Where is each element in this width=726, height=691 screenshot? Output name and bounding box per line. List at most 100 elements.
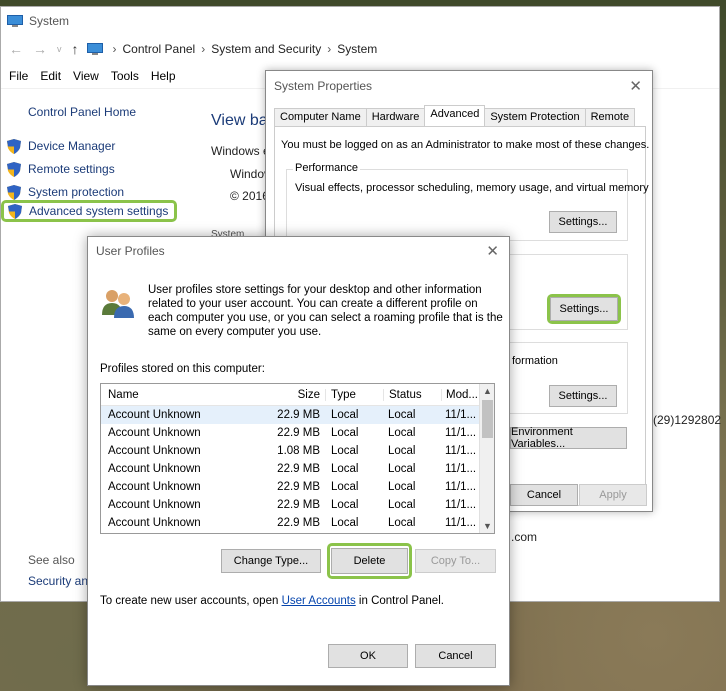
- row-status: Local: [388, 463, 416, 475]
- performance-settings-button[interactable]: Settings...: [549, 211, 617, 233]
- recent-dropdown-icon[interactable]: v: [57, 44, 62, 54]
- menu-view[interactable]: View: [73, 69, 99, 83]
- menu-edit[interactable]: Edit: [40, 69, 61, 83]
- table-row[interactable]: Account Unknown 22.9 MB Local Local 11/1…: [101, 478, 494, 496]
- sidebar-item-device-manager[interactable]: Device Manager: [7, 135, 115, 157]
- copyright-text: © 2016: [230, 189, 269, 203]
- row-modified: 11/1...: [445, 481, 477, 493]
- sidebar-item-remote-settings[interactable]: Remote settings: [7, 158, 115, 180]
- table-row[interactable]: Account Unknown 22.9 MB Local Local 11/1…: [101, 514, 494, 532]
- row-size: 22.9 MB: [277, 499, 320, 511]
- breadcrumb-control-panel[interactable]: Control Panel: [123, 42, 196, 56]
- user-profiles-description: User profiles store settings for your de…: [148, 284, 503, 338]
- menu-tools[interactable]: Tools: [111, 69, 139, 83]
- column-type[interactable]: Type: [325, 388, 383, 401]
- sysprop-cancel-button[interactable]: Cancel: [510, 484, 578, 506]
- change-type-button[interactable]: Change Type...: [221, 549, 321, 573]
- control-panel-icon: [86, 43, 103, 55]
- sidebar-item-label: Device Manager: [28, 139, 116, 153]
- delete-button[interactable]: Delete: [331, 548, 408, 574]
- startup-settings-button[interactable]: Settings...: [549, 385, 617, 407]
- row-name: Account Unknown: [108, 445, 201, 457]
- breadcrumb-separator-icon: ›: [327, 42, 332, 56]
- row-size: 22.9 MB: [277, 517, 320, 529]
- row-type: Local: [331, 499, 359, 511]
- user-profiles-settings-button[interactable]: Settings...: [550, 297, 618, 321]
- user-accounts-link[interactable]: User Accounts: [282, 595, 356, 607]
- row-status: Local: [388, 499, 416, 511]
- row-status: Local: [388, 517, 416, 529]
- row-size: 22.9 MB: [277, 409, 320, 421]
- tab-hardware[interactable]: Hardware: [365, 108, 426, 126]
- sidebar-item-label: Remote settings: [28, 162, 115, 176]
- row-type: Local: [331, 463, 359, 475]
- table-row[interactable]: Account Unknown 22.9 MB Local Local 11/1…: [101, 460, 494, 478]
- menu-file[interactable]: File: [9, 69, 28, 83]
- table-row[interactable]: Account Unknown 1.08 MB Local Local 11/1…: [101, 442, 494, 460]
- scroll-down-icon[interactable]: ▼: [483, 521, 492, 531]
- row-size: 22.9 MB: [277, 463, 320, 475]
- scroll-up-icon[interactable]: ▲: [483, 386, 492, 396]
- control-panel-home-link[interactable]: Control Panel Home: [28, 105, 136, 119]
- tab-remote[interactable]: Remote: [584, 108, 636, 126]
- close-icon[interactable]: ✕: [629, 77, 642, 95]
- tab-advanced[interactable]: Advanced: [424, 105, 486, 126]
- breadcrumb-system-security[interactable]: System and Security: [211, 42, 321, 56]
- row-type: Local: [331, 517, 359, 529]
- tab-strip: Computer Name Hardware Advanced System P…: [274, 105, 636, 126]
- back-arrow-icon[interactable]: ←: [9, 41, 23, 57]
- row-modified: 11/1...: [445, 409, 477, 421]
- window-title: System: [29, 14, 70, 28]
- sidebar-item-label: System protection: [28, 185, 125, 199]
- performance-label: Performance: [293, 162, 360, 174]
- row-size: 22.9 MB: [277, 427, 320, 439]
- close-icon[interactable]: ✕: [486, 242, 499, 260]
- row-status: Local: [388, 481, 416, 493]
- dialog-title-bar: System Properties: [266, 71, 652, 101]
- sysprop-apply-button[interactable]: Apply: [579, 484, 647, 506]
- cancel-button[interactable]: Cancel: [415, 644, 496, 668]
- security-maintenance-link[interactable]: Security and: [28, 574, 95, 588]
- row-type: Local: [331, 409, 359, 421]
- breadcrumb-system[interactable]: System: [337, 42, 377, 56]
- row-modified: 11/1...: [445, 517, 477, 529]
- table-row[interactable]: Account Unknown 22.9 MB Local Local 11/1…: [101, 406, 494, 424]
- tab-system-protection[interactable]: System Protection: [484, 108, 586, 126]
- user-profiles-dialog: User Profiles ✕ User profiles store sett…: [87, 236, 510, 686]
- sidebar-item-advanced-system-settings[interactable]: Advanced system settings: [1, 200, 178, 222]
- address-bar: ← → v ↑ › Control Panel › System and Sec…: [1, 35, 719, 63]
- ok-button[interactable]: OK: [328, 644, 408, 668]
- website-fragment: .com: [511, 530, 538, 544]
- copy-to-button[interactable]: Copy To...: [415, 549, 496, 573]
- row-modified: 11/1...: [445, 427, 477, 439]
- shield-icon: [8, 203, 22, 219]
- row-name: Account Unknown: [108, 427, 201, 439]
- row-status: Local: [388, 409, 416, 421]
- menu-help[interactable]: Help: [151, 69, 176, 83]
- row-modified: 11/1...: [445, 445, 477, 457]
- tab-computer-name[interactable]: Computer Name: [274, 108, 367, 126]
- column-name[interactable]: Name: [101, 389, 215, 401]
- column-status[interactable]: Status: [383, 388, 441, 401]
- system-icon: [7, 15, 23, 27]
- column-size[interactable]: Size: [215, 389, 325, 401]
- row-type: Local: [331, 427, 359, 439]
- up-arrow-icon[interactable]: ↑: [72, 41, 79, 57]
- users-icon: [102, 290, 134, 318]
- profiles-list[interactable]: Name Size Type Status Mod... Account Unk…: [100, 383, 495, 534]
- table-row[interactable]: Account Unknown 22.9 MB Local Local 11/1…: [101, 424, 494, 442]
- scroll-thumb[interactable]: [482, 400, 493, 438]
- row-name: Account Unknown: [108, 481, 201, 493]
- dialog-title: System Properties: [274, 79, 373, 93]
- table-row[interactable]: Account Unknown 22.9 MB Local Local 11/1…: [101, 496, 494, 514]
- footer-prefix: To create new user accounts, open: [100, 595, 279, 607]
- forward-arrow-icon[interactable]: →: [33, 41, 47, 57]
- row-modified: 11/1...: [445, 499, 477, 511]
- row-modified: 11/1...: [445, 463, 477, 475]
- column-modified[interactable]: Mod...: [441, 388, 481, 401]
- row-size: 22.9 MB: [277, 481, 320, 493]
- footer-suffix: in Control Panel.: [358, 595, 444, 607]
- environment-variables-button[interactable]: Environment Variables...: [510, 426, 627, 450]
- shield-icon: [7, 184, 21, 200]
- list-scrollbar[interactable]: ▲ ▼: [479, 384, 494, 533]
